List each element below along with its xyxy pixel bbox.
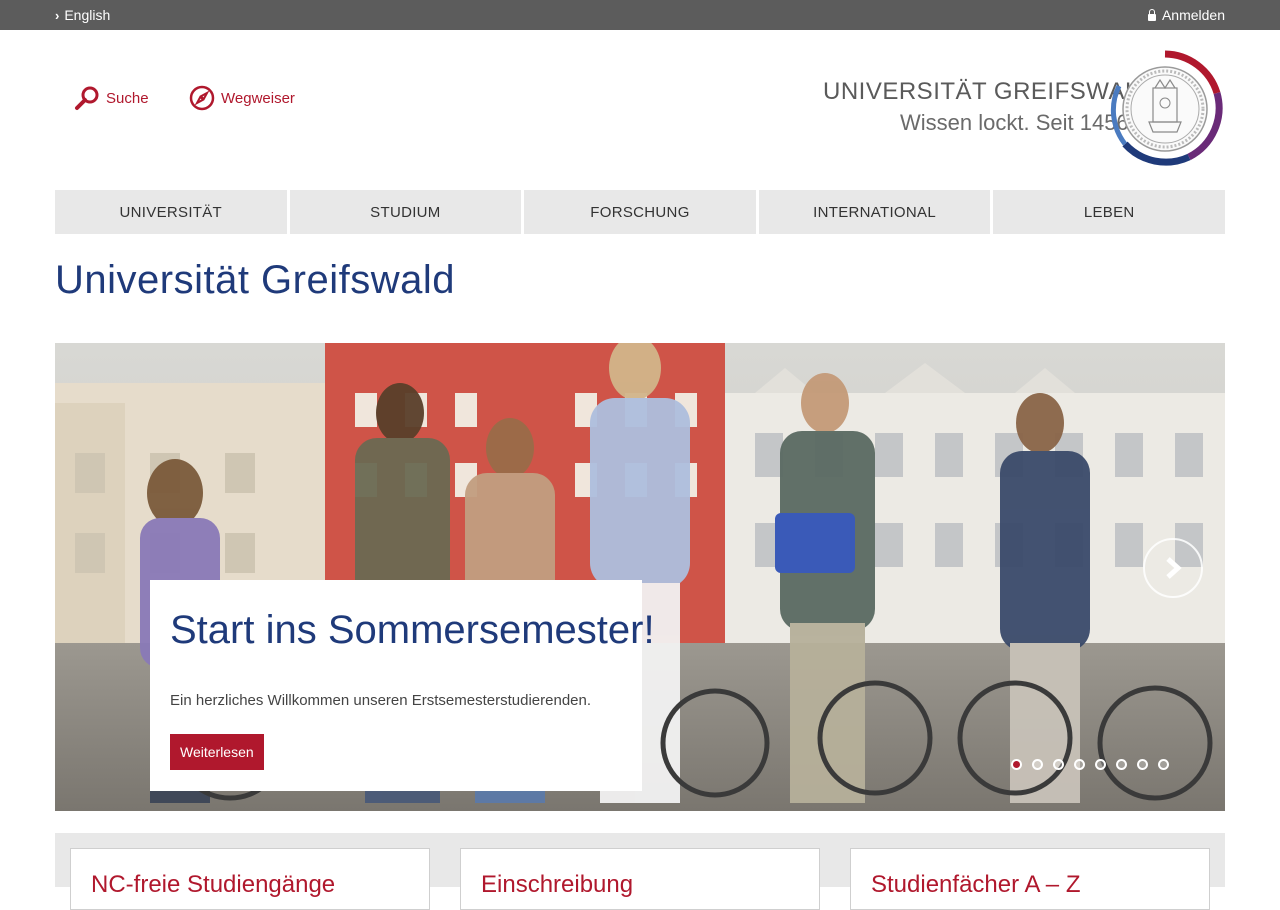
teaser-title: Einschreibung [481,871,634,898]
slide-indicator[interactable] [1116,759,1127,770]
slide-indicator[interactable] [1032,759,1043,770]
search-icon [75,86,99,110]
teaser-card-nc-free[interactable]: NC-freie Studiengänge [70,848,430,910]
university-seal-icon [1110,50,1223,166]
slide-indicator[interactable] [1137,759,1148,770]
read-more-button[interactable]: Weiterlesen [170,734,264,770]
slide-indicator[interactable] [1158,759,1169,770]
lock-icon [1147,9,1156,21]
guide-label: Wegweiser [221,89,295,107]
slide-indicator[interactable] [1053,759,1064,770]
nav-item-international[interactable]: INTERNATIONAL [758,190,991,234]
search-button[interactable]: Suche [74,84,149,112]
teaser-card-subjects[interactable]: Studienfächer A – Z [850,848,1210,910]
language-switch-link[interactable]: › English [55,0,110,30]
nav-item-leben[interactable]: LEBEN [993,190,1225,234]
language-switch-label: English [64,7,111,23]
slide-caption: Start ins Sommersemester! Ein herzliches… [150,580,655,791]
search-label: Suche [106,89,149,107]
teaser-title: NC-freie Studiengänge [91,871,336,898]
university-logo[interactable]: UNIVERSITÄT GREIFSWALD Wissen lockt. Sei… [823,48,1225,170]
slide-indicator[interactable] [1095,759,1106,770]
chevron-right-icon: › [55,8,60,23]
teaser-title: Studienfächer A – Z [871,871,1081,898]
login-label: Anmelden [1161,7,1225,23]
page-title: Universität Greifswald [55,258,456,302]
chevron-right-icon [1166,557,1182,579]
nav-item-studium[interactable]: STUDIUM [289,190,522,234]
slide-indicator[interactable] [1011,759,1022,770]
login-link[interactable]: Anmelden [1147,0,1225,30]
compass-icon [189,85,215,111]
next-slide-button[interactable] [1143,538,1203,598]
slide-heading[interactable]: Start ins Sommersemester! [170,608,655,653]
guide-button[interactable]: Wegweiser [189,84,295,112]
teaser-card-enrollment[interactable]: Einschreibung [460,848,820,910]
slide-text: Ein herzliches Willkommen unseren Erstse… [170,692,592,709]
logo-name: UNIVERSITÄT GREIFSWALD [823,78,1157,105]
logo-tagline: Wissen lockt. Seit 1456 [900,110,1129,135]
top-bar: › English Anmelden [0,0,1280,30]
main-navigation: UNIVERSITÄT STUDIUM FORSCHUNG INTERNATIO… [55,190,1225,234]
teaser-section: NC-freie Studiengänge Einschreibung Stud… [55,833,1225,910]
slide-indicators [1011,759,1169,770]
slide-indicator[interactable] [1074,759,1085,770]
hero-slider: Start ins Sommersemester! Ein herzliches… [55,343,1225,811]
nav-item-forschung[interactable]: FORSCHUNG [524,190,756,234]
nav-item-universitaet[interactable]: UNIVERSITÄT [55,190,287,234]
